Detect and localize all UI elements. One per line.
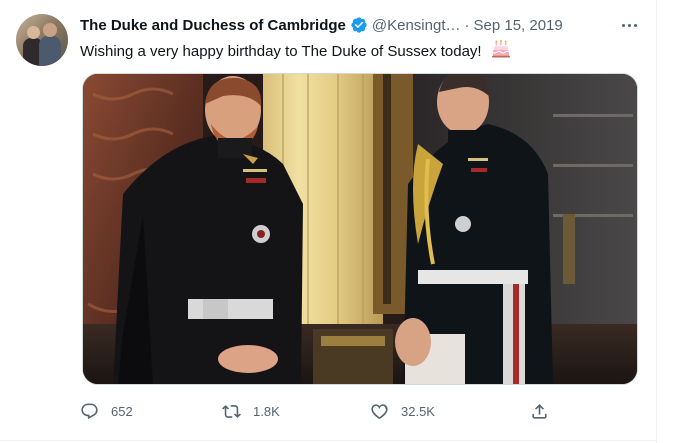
verified-badge-icon	[350, 16, 368, 34]
reply-count: 652	[111, 403, 133, 419]
tweet-photo[interactable]	[82, 73, 638, 385]
like-button[interactable]: 32.5K	[370, 400, 435, 422]
tweet-date[interactable]: Sep 15, 2019	[474, 17, 563, 34]
tweet-text: Wishing a very happy birthday to The Duk…	[80, 43, 482, 60]
like-count: 32.5K	[401, 403, 435, 419]
tweet-header: The Duke and Duchess of Cambridge @Kensi…	[80, 14, 563, 36]
birthday-cake-icon	[491, 39, 510, 64]
header-separator: ·	[464, 16, 470, 34]
reply-button[interactable]: 652	[80, 400, 133, 422]
heart-icon	[371, 403, 388, 419]
photo-image	[83, 74, 637, 384]
card-border	[656, 0, 657, 443]
tweet-actions: 652 1.8K 32.5K	[80, 400, 560, 422]
retweet-icon	[222, 404, 241, 418]
share-icon	[532, 403, 547, 419]
card-divider	[0, 440, 658, 441]
tweet-card[interactable]: The Duke and Duchess of Cambridge @Kensi…	[0, 0, 658, 443]
author-handle[interactable]: @Kensingt…	[372, 17, 461, 34]
retweet-button[interactable]: 1.8K	[222, 400, 280, 422]
retweet-count: 1.8K	[253, 403, 280, 419]
tweet-body: Wishing a very happy birthday to The Duk…	[80, 39, 510, 64]
author-display-name[interactable]: The Duke and Duchess of Cambridge	[80, 17, 346, 34]
more-options-icon[interactable]	[618, 15, 640, 35]
share-button[interactable]	[530, 400, 549, 422]
reply-icon	[81, 403, 98, 419]
author-avatar[interactable]	[16, 14, 68, 66]
